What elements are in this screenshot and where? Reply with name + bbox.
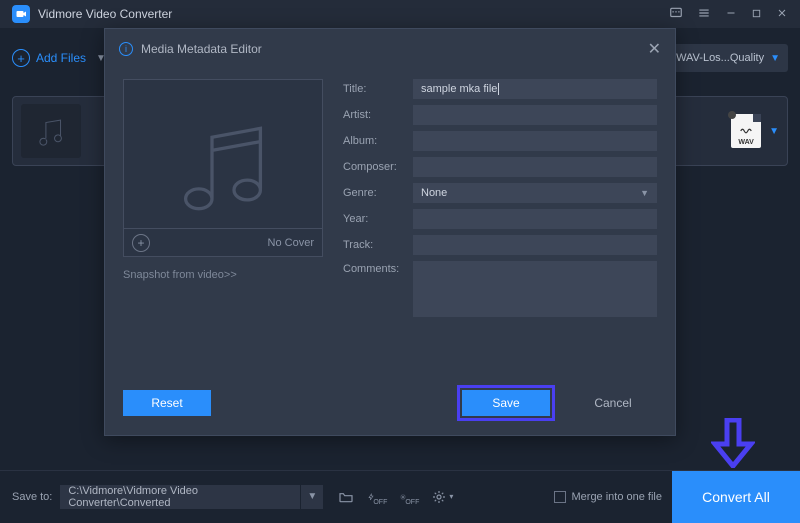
- settings-icon[interactable]: ▾: [431, 486, 453, 508]
- cover-art-box: + No Cover: [123, 79, 323, 257]
- arrow-annotation-icon: [711, 418, 755, 468]
- chevron-down-icon: ▼: [770, 53, 780, 64]
- high-speed-icon[interactable]: OFF: [399, 486, 421, 508]
- close-button[interactable]: [776, 7, 788, 21]
- merge-label: Merge into one file: [572, 491, 663, 503]
- cancel-button[interactable]: Cancel: [569, 390, 657, 416]
- genre-label: Genre:: [343, 187, 413, 199]
- checkbox-icon: [554, 491, 566, 503]
- artist-label: Artist:: [343, 109, 413, 121]
- dialog-close-button[interactable]: ✕: [648, 39, 661, 59]
- snapshot-link[interactable]: Snapshot from video>>: [123, 269, 323, 281]
- minimize-button[interactable]: [725, 7, 737, 21]
- year-input[interactable]: [413, 209, 657, 229]
- info-icon: i: [119, 42, 133, 56]
- add-files-button[interactable]: + Add Files ▼: [12, 49, 106, 67]
- file-thumbnail: [21, 104, 81, 158]
- open-folder-icon[interactable]: [335, 486, 357, 508]
- plus-icon: +: [12, 49, 30, 67]
- save-path-dropdown[interactable]: ▼: [301, 485, 323, 509]
- chevron-down-icon[interactable]: ▼: [769, 126, 779, 137]
- app-title: Vidmore Video Converter: [38, 7, 172, 21]
- composer-label: Composer:: [343, 161, 413, 173]
- add-files-label: Add Files: [36, 51, 86, 65]
- title-bar: Vidmore Video Converter: [0, 0, 800, 28]
- add-cover-button[interactable]: +: [132, 234, 150, 252]
- album-input[interactable]: [413, 131, 657, 151]
- reset-button[interactable]: Reset: [123, 390, 211, 416]
- chevron-down-icon: ▼: [640, 188, 649, 198]
- title-label: Title:: [343, 83, 413, 95]
- track-label: Track:: [343, 239, 413, 251]
- comments-input[interactable]: [413, 261, 657, 317]
- output-format-icon[interactable]: WAV: [731, 114, 761, 148]
- album-label: Album:: [343, 135, 413, 147]
- merge-checkbox[interactable]: Merge into one file: [554, 491, 663, 503]
- metadata-editor-dialog: i Media Metadata Editor ✕ + No Cover Sna…: [104, 28, 676, 436]
- save-button[interactable]: Save: [462, 390, 550, 416]
- genre-select[interactable]: None ▼: [413, 183, 657, 203]
- output-format-select[interactable]: WAV-Los...Quality ▼: [668, 44, 788, 72]
- dialog-title: Media Metadata Editor: [141, 42, 262, 56]
- save-to-label: Save to:: [12, 491, 52, 503]
- artist-input[interactable]: [413, 105, 657, 125]
- dialog-header: i Media Metadata Editor ✕: [105, 29, 675, 69]
- convert-all-button[interactable]: Convert All: [672, 471, 800, 523]
- feedback-icon[interactable]: [669, 6, 683, 22]
- maximize-button[interactable]: [751, 7, 762, 21]
- comments-label: Comments:: [343, 261, 413, 275]
- save-path-display[interactable]: C:\Vidmore\Vidmore Video Converter\Conve…: [60, 485, 300, 509]
- app-logo-icon: [12, 5, 30, 23]
- no-cover-label: No Cover: [268, 237, 314, 249]
- format-badge: WAV: [738, 139, 753, 146]
- composer-input[interactable]: [413, 157, 657, 177]
- output-format-label: WAV-Los...Quality: [676, 52, 764, 64]
- title-input[interactable]: sample mka file: [413, 79, 657, 99]
- menu-icon[interactable]: [697, 6, 711, 22]
- year-label: Year:: [343, 213, 413, 225]
- hw-accel-icon[interactable]: OFF: [367, 486, 389, 508]
- bottom-bar: Save to: C:\Vidmore\Vidmore Video Conver…: [0, 470, 800, 522]
- track-input[interactable]: [413, 235, 657, 255]
- genre-value: None: [421, 187, 447, 199]
- save-highlight-annotation: Save: [457, 385, 555, 421]
